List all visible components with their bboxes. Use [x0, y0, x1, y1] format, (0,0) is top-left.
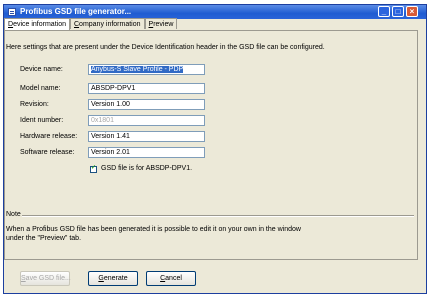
device-name-field[interactable]: Anybus-S Slave Profile - PDP — [88, 64, 205, 75]
absdp-dpv1-checkbox[interactable] — [90, 164, 97, 173]
minimize-button[interactable]: _ — [378, 6, 390, 17]
tab-strip: Device information Company information P… — [4, 18, 178, 30]
description-text: Here settings that are present under the… — [6, 44, 325, 51]
tab-company-information-label: ompany information — [79, 21, 141, 28]
close-button[interactable]: × — [406, 6, 418, 17]
title-bar[interactable]: Profibus GSD file generator... _ □ × — [4, 5, 426, 19]
window-title: Profibus GSD file generator... — [20, 7, 132, 16]
maximize-button[interactable]: □ — [392, 6, 404, 17]
tab-device-information-label: evice information — [13, 21, 66, 28]
revision-label: Revision: — [20, 101, 49, 108]
note-text: When a Profibus GSD file has been genera… — [6, 226, 301, 242]
software-release-label: Software release: — [20, 149, 75, 156]
software-release-field[interactable]: Version 2.01 — [88, 147, 205, 158]
cancel-button[interactable]: Cancel — [146, 271, 196, 286]
note-divider — [22, 215, 414, 217]
save-gsd-file-label: ave GSD file... — [25, 275, 71, 282]
note-label: Note — [6, 211, 21, 218]
ident-number-field: 0x1801 — [88, 115, 205, 126]
tab-preview-label: review — [153, 21, 174, 28]
generate-button[interactable]: Generate — [88, 271, 138, 286]
model-name-field[interactable]: ABSDP-DPV1 — [88, 83, 205, 94]
generate-label: enerate — [103, 275, 128, 282]
hardware-release-field[interactable]: Version 1.41 — [88, 131, 205, 142]
absdp-dpv1-checkbox-label[interactable]: GSD file is for ABSDP-DPV1. — [101, 165, 192, 172]
ident-number-label: Ident number: — [20, 117, 64, 124]
hardware-release-label: Hardware release: — [20, 133, 78, 140]
tab-preview[interactable]: Preview — [144, 18, 178, 29]
cancel-label: ancel — [165, 275, 182, 282]
save-gsd-file-button[interactable]: Save GSD file... — [20, 271, 71, 286]
revision-field[interactable]: Version 1.00 — [88, 99, 205, 110]
tab-device-information[interactable]: Device information — [4, 18, 70, 30]
device-name-value: Anybus-S Slave Profile - PDP — [91, 66, 184, 73]
tab-company-information[interactable]: Company information — [69, 18, 145, 29]
device-name-label: Device name: — [20, 66, 63, 73]
model-name-label: Model name: — [20, 85, 61, 92]
app-icon — [8, 8, 16, 16]
